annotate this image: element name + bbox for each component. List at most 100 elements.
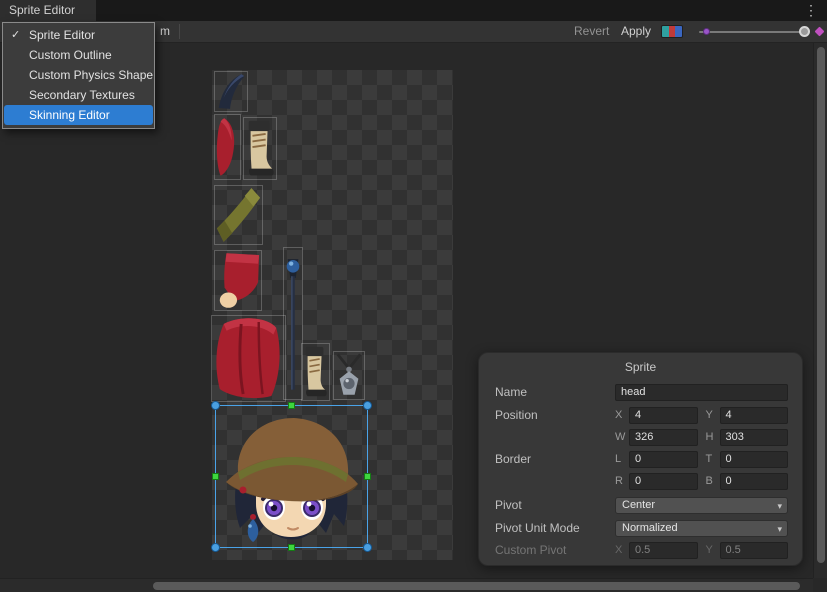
position-row-wh: W 326 H 303 — [495, 428, 788, 446]
sleeve-image — [215, 251, 261, 310]
selection-handle-edge-top[interactable] — [288, 402, 295, 409]
chevron-down-icon: ▾ — [777, 521, 782, 537]
pivot-unit-mode-dropdown[interactable]: Normalized ▾ — [615, 520, 788, 537]
boot-image — [244, 118, 276, 179]
menu-item-sprite-editor[interactable]: ✓ Sprite Editor — [4, 25, 153, 45]
sprite-editor-window: Sprite Editor ⋮ m Revert Apply ✓ Sprite … — [0, 0, 827, 592]
color-swatch-red — [669, 26, 676, 37]
vertical-scrollbar[interactable] — [813, 43, 827, 578]
border-label: Border — [495, 452, 615, 466]
color-swatch-teal — [662, 26, 669, 37]
position-x-input[interactable]: 4 — [629, 407, 698, 424]
color-swatch-blue — [675, 26, 682, 37]
revert-button[interactable]: Revert — [574, 21, 609, 42]
title-bar: Sprite Editor ⋮ — [0, 0, 827, 21]
name-row: Name head — [495, 383, 788, 401]
sprite-inspector-panel: Sprite Name head Position X 4 Y 4 — [478, 352, 803, 566]
b-label: B — [706, 475, 715, 487]
position-w-input[interactable]: 326 — [629, 429, 698, 446]
pivot-value: Center — [622, 499, 655, 511]
y-label: Y — [706, 409, 715, 421]
position-y-input[interactable]: 4 — [720, 407, 789, 424]
pendant-image — [334, 352, 364, 399]
sprite-boot[interactable] — [243, 117, 277, 180]
sprite-boot-small[interactable] — [301, 343, 330, 401]
border-t-input[interactable]: 0 — [720, 451, 789, 468]
selection-handle-edge-bottom[interactable] — [288, 544, 295, 551]
sprite-sleeve[interactable] — [214, 250, 262, 311]
sprite-cape[interactable] — [211, 315, 286, 402]
pivot-row: Pivot Center ▾ — [495, 496, 788, 514]
menu-item-secondary-textures[interactable]: Secondary Textures — [4, 85, 153, 105]
selection-handle-corner-tl[interactable] — [211, 401, 220, 410]
custom-pivot-y-label: Y — [706, 544, 715, 556]
custom-pivot-x-input: 0.5 — [629, 542, 698, 559]
menu-item-custom-physics-shape[interactable]: Custom Physics Shape — [4, 65, 153, 85]
name-input[interactable]: head — [615, 384, 788, 401]
zoom-slider-track[interactable] — [699, 31, 805, 33]
x-label: X — [615, 409, 624, 421]
menu-item-label: Custom Physics Shape — [29, 68, 153, 82]
custom-pivot-label: Custom Pivot — [495, 543, 615, 557]
r-label: R — [615, 475, 624, 487]
sprite-hat-piece[interactable] — [214, 71, 248, 112]
menu-item-label: Custom Outline — [29, 48, 112, 62]
toolbar-partial-button[interactable]: m — [160, 21, 170, 42]
menu-item-skinning-editor[interactable]: Skinning Editor — [4, 105, 153, 125]
selection-handle-corner-bl[interactable] — [211, 543, 220, 552]
t-label: T — [706, 453, 715, 465]
name-label: Name — [495, 385, 615, 399]
selection-handle-edge-right[interactable] — [364, 473, 371, 480]
pivot-label: Pivot — [495, 498, 615, 512]
editor-mode-dropdown-menu: ✓ Sprite Editor Custom Outline Custom Ph… — [2, 22, 155, 129]
menu-item-label: Secondary Textures — [29, 88, 135, 102]
pivot-dropdown[interactable]: Center ▾ — [615, 497, 788, 514]
staff-image — [284, 248, 302, 399]
boot-small-image — [302, 344, 329, 400]
selection-handle-edge-left[interactable] — [212, 473, 219, 480]
selection-handle-corner-br[interactable] — [363, 543, 372, 552]
cape-image — [212, 316, 285, 401]
custom-pivot-x-label: X — [615, 544, 624, 556]
selection-handle-corner-tr[interactable] — [363, 401, 372, 410]
h-label: H — [706, 431, 715, 443]
border-r-input[interactable]: 0 — [629, 473, 698, 490]
border-b-input[interactable]: 0 — [720, 473, 789, 490]
pivot-unit-mode-row: Pivot Unit Mode Normalized ▾ — [495, 519, 788, 537]
panel-title: Sprite — [479, 360, 802, 374]
kebab-menu-icon[interactable]: ⋮ — [800, 0, 822, 21]
pivot-unit-mode-value: Normalized — [622, 522, 678, 534]
menu-item-custom-outline[interactable]: Custom Outline — [4, 45, 153, 65]
zoom-slider-thumb[interactable] — [799, 26, 810, 37]
border-row-lt: Border L 0 T 0 — [495, 450, 788, 468]
zoom-slider-marker[interactable] — [703, 28, 710, 35]
color-mode-icon[interactable] — [661, 25, 683, 38]
arm-image — [215, 115, 240, 179]
position-h-input[interactable]: 303 — [720, 429, 789, 446]
apply-button[interactable]: Apply — [621, 21, 651, 42]
window-tab-sprite-editor[interactable]: Sprite Editor — [0, 0, 96, 21]
vertical-scrollbar-thumb[interactable] — [817, 47, 825, 563]
border-l-input[interactable]: 0 — [629, 451, 698, 468]
scrollbar-corner — [813, 578, 827, 592]
position-label: Position — [495, 408, 615, 422]
scarf-image — [215, 186, 262, 244]
sprite-pendant[interactable] — [333, 351, 365, 400]
horizontal-scrollbar-thumb[interactable] — [153, 582, 800, 590]
menu-item-label: Sprite Editor — [29, 28, 95, 42]
pivot-unit-mode-label: Pivot Unit Mode — [495, 521, 615, 535]
horizontal-scrollbar[interactable] — [0, 578, 813, 592]
custom-pivot-row: Custom Pivot X 0.5 Y 0.5 — [495, 541, 788, 559]
sprite-staff[interactable] — [283, 247, 303, 400]
l-label: L — [615, 453, 624, 465]
custom-pivot-y-input: 0.5 — [720, 542, 789, 559]
sprite-selection-rect[interactable] — [215, 405, 368, 548]
sprite-scarf[interactable] — [214, 185, 263, 245]
sprite-arm[interactable] — [214, 114, 241, 180]
w-label: W — [615, 431, 624, 443]
sprite-mode-icon[interactable] — [814, 26, 825, 37]
check-icon: ✓ — [11, 25, 20, 45]
toolbar-separator — [179, 24, 180, 39]
diamond-glyph — [815, 27, 825, 37]
border-row-rb: R 0 B 0 — [495, 472, 788, 490]
